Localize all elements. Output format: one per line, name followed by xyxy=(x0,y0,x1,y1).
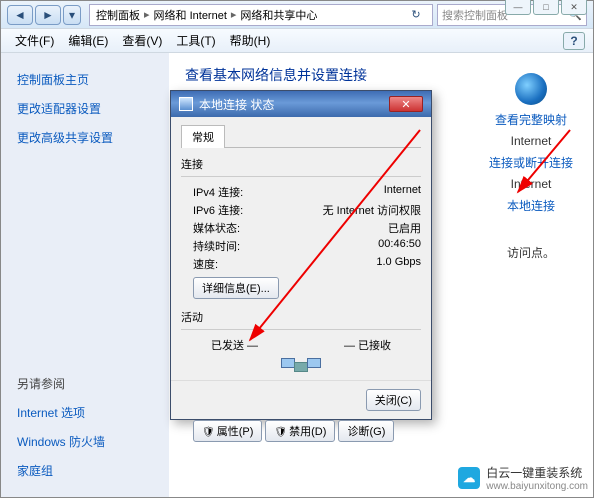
media-state-label: 媒体状态: xyxy=(193,220,240,236)
help-icon[interactable]: ? xyxy=(563,32,585,50)
sidebar: 控制面板主页 更改适配器设置 更改高级共享设置 另请参阅 Internet 选项… xyxy=(1,53,169,497)
right-panel: 查看完整映射 Internet 连接或断开连接 Internet 本地连接 访问… xyxy=(489,73,573,261)
disable-button[interactable]: 禁用(D) xyxy=(265,420,335,442)
sidebar-home[interactable]: 控制面板主页 xyxy=(1,65,169,94)
menu-tools[interactable]: 工具(T) xyxy=(170,30,221,51)
sidebar-windows-firewall[interactable]: Windows 防火墙 xyxy=(1,427,169,456)
menubar: 文件(F) 编辑(E) 查看(V) 工具(T) 帮助(H) ? xyxy=(1,29,593,53)
sidebar-adapter-settings[interactable]: 更改适配器设置 xyxy=(1,94,169,123)
media-state-value: 已启用 xyxy=(388,220,421,236)
activity-section-label: 活动 xyxy=(181,309,421,325)
ipv4-label: IPv4 连接: xyxy=(193,184,243,200)
duration-value: 00:46:50 xyxy=(378,238,421,254)
properties-button[interactable]: 属性(P) xyxy=(193,420,262,442)
internet-label-1: Internet xyxy=(489,134,573,148)
ipv6-label: IPv6 连接: xyxy=(193,202,243,218)
internet-globe-icon xyxy=(515,73,547,105)
breadcrumb-seg-1[interactable]: 网络和 Internet xyxy=(154,7,227,23)
watermark-logo-icon: ☁ xyxy=(458,467,480,489)
dialog-title-text: 本地连接 状态 xyxy=(199,96,274,113)
nav-forward-button[interactable]: ► xyxy=(35,5,61,25)
window-maximize-button[interactable]: □ xyxy=(533,0,559,15)
dialog-icon xyxy=(179,97,193,111)
ipv6-value: 无 Internet 访问权限 xyxy=(323,202,421,218)
sidebar-internet-options[interactable]: Internet 选项 xyxy=(1,398,169,427)
window-close-button[interactable]: ✕ xyxy=(561,0,587,15)
diagnose-button[interactable]: 诊断(G) xyxy=(338,420,394,442)
menu-view[interactable]: 查看(V) xyxy=(116,30,168,51)
internet-label-2: Internet xyxy=(489,177,573,191)
watermark: ☁ 白云一键重装系统 www.baiyunxitong.com xyxy=(458,464,588,492)
watermark-url: www.baiyunxitong.com xyxy=(486,481,588,492)
nav-back-button[interactable]: ◄ xyxy=(7,5,33,25)
breadcrumb-separator-icon: ▸ xyxy=(144,8,150,21)
access-point-label: 访问点。 xyxy=(489,244,573,261)
tab-general[interactable]: 常规 xyxy=(181,125,225,148)
nav-history-dropdown[interactable]: ▾ xyxy=(63,5,81,25)
breadcrumb-separator-icon: ▸ xyxy=(231,8,237,21)
connection-section-label: 连接 xyxy=(181,156,421,172)
connection-status-dialog: 本地连接 状态 ✕ 常规 连接 IPv4 连接: Internet IPv6 连接… xyxy=(170,90,432,420)
breadcrumb-seg-2[interactable]: 网络和共享中心 xyxy=(240,7,317,23)
sidebar-homegroup[interactable]: 家庭组 xyxy=(1,456,169,485)
menu-edit[interactable]: 编辑(E) xyxy=(62,30,114,51)
view-full-map-link[interactable]: 查看完整映射 xyxy=(489,111,573,128)
breadcrumb-seg-0[interactable]: 控制面板 xyxy=(96,7,140,23)
sidebar-advanced-sharing[interactable]: 更改高级共享设置 xyxy=(1,123,169,152)
received-label: — 已接收 xyxy=(344,337,391,353)
window-minimize-button[interactable]: — xyxy=(505,0,531,15)
dialog-close-footer-button[interactable]: 关闭(C) xyxy=(366,389,421,411)
duration-label: 持续时间: xyxy=(193,238,240,254)
menu-file[interactable]: 文件(F) xyxy=(9,30,60,51)
speed-label: 速度: xyxy=(193,256,218,272)
speed-value: 1.0 Gbps xyxy=(376,256,421,272)
watermark-brand: 白云一键重装系统 xyxy=(486,466,582,480)
breadcrumb[interactable]: 控制面板 ▸ 网络和 Internet ▸ 网络和共享中心 ↻ xyxy=(89,4,433,26)
sidebar-see-also-label: 另请参阅 xyxy=(1,369,169,398)
local-connection-link[interactable]: 本地连接 xyxy=(489,197,573,214)
search-placeholder: 搜索控制面板 xyxy=(442,7,508,23)
menu-help[interactable]: 帮助(H) xyxy=(224,30,277,51)
dialog-titlebar[interactable]: 本地连接 状态 ✕ xyxy=(171,91,431,117)
ipv4-value: Internet xyxy=(384,184,421,200)
sent-label: 已发送 — xyxy=(211,337,258,353)
dialog-close-button[interactable]: ✕ xyxy=(389,96,423,112)
details-button[interactable]: 详细信息(E)... xyxy=(193,277,279,299)
connect-disconnect-link[interactable]: 连接或断开连接 xyxy=(489,154,573,171)
refresh-icon[interactable]: ↻ xyxy=(406,8,426,21)
